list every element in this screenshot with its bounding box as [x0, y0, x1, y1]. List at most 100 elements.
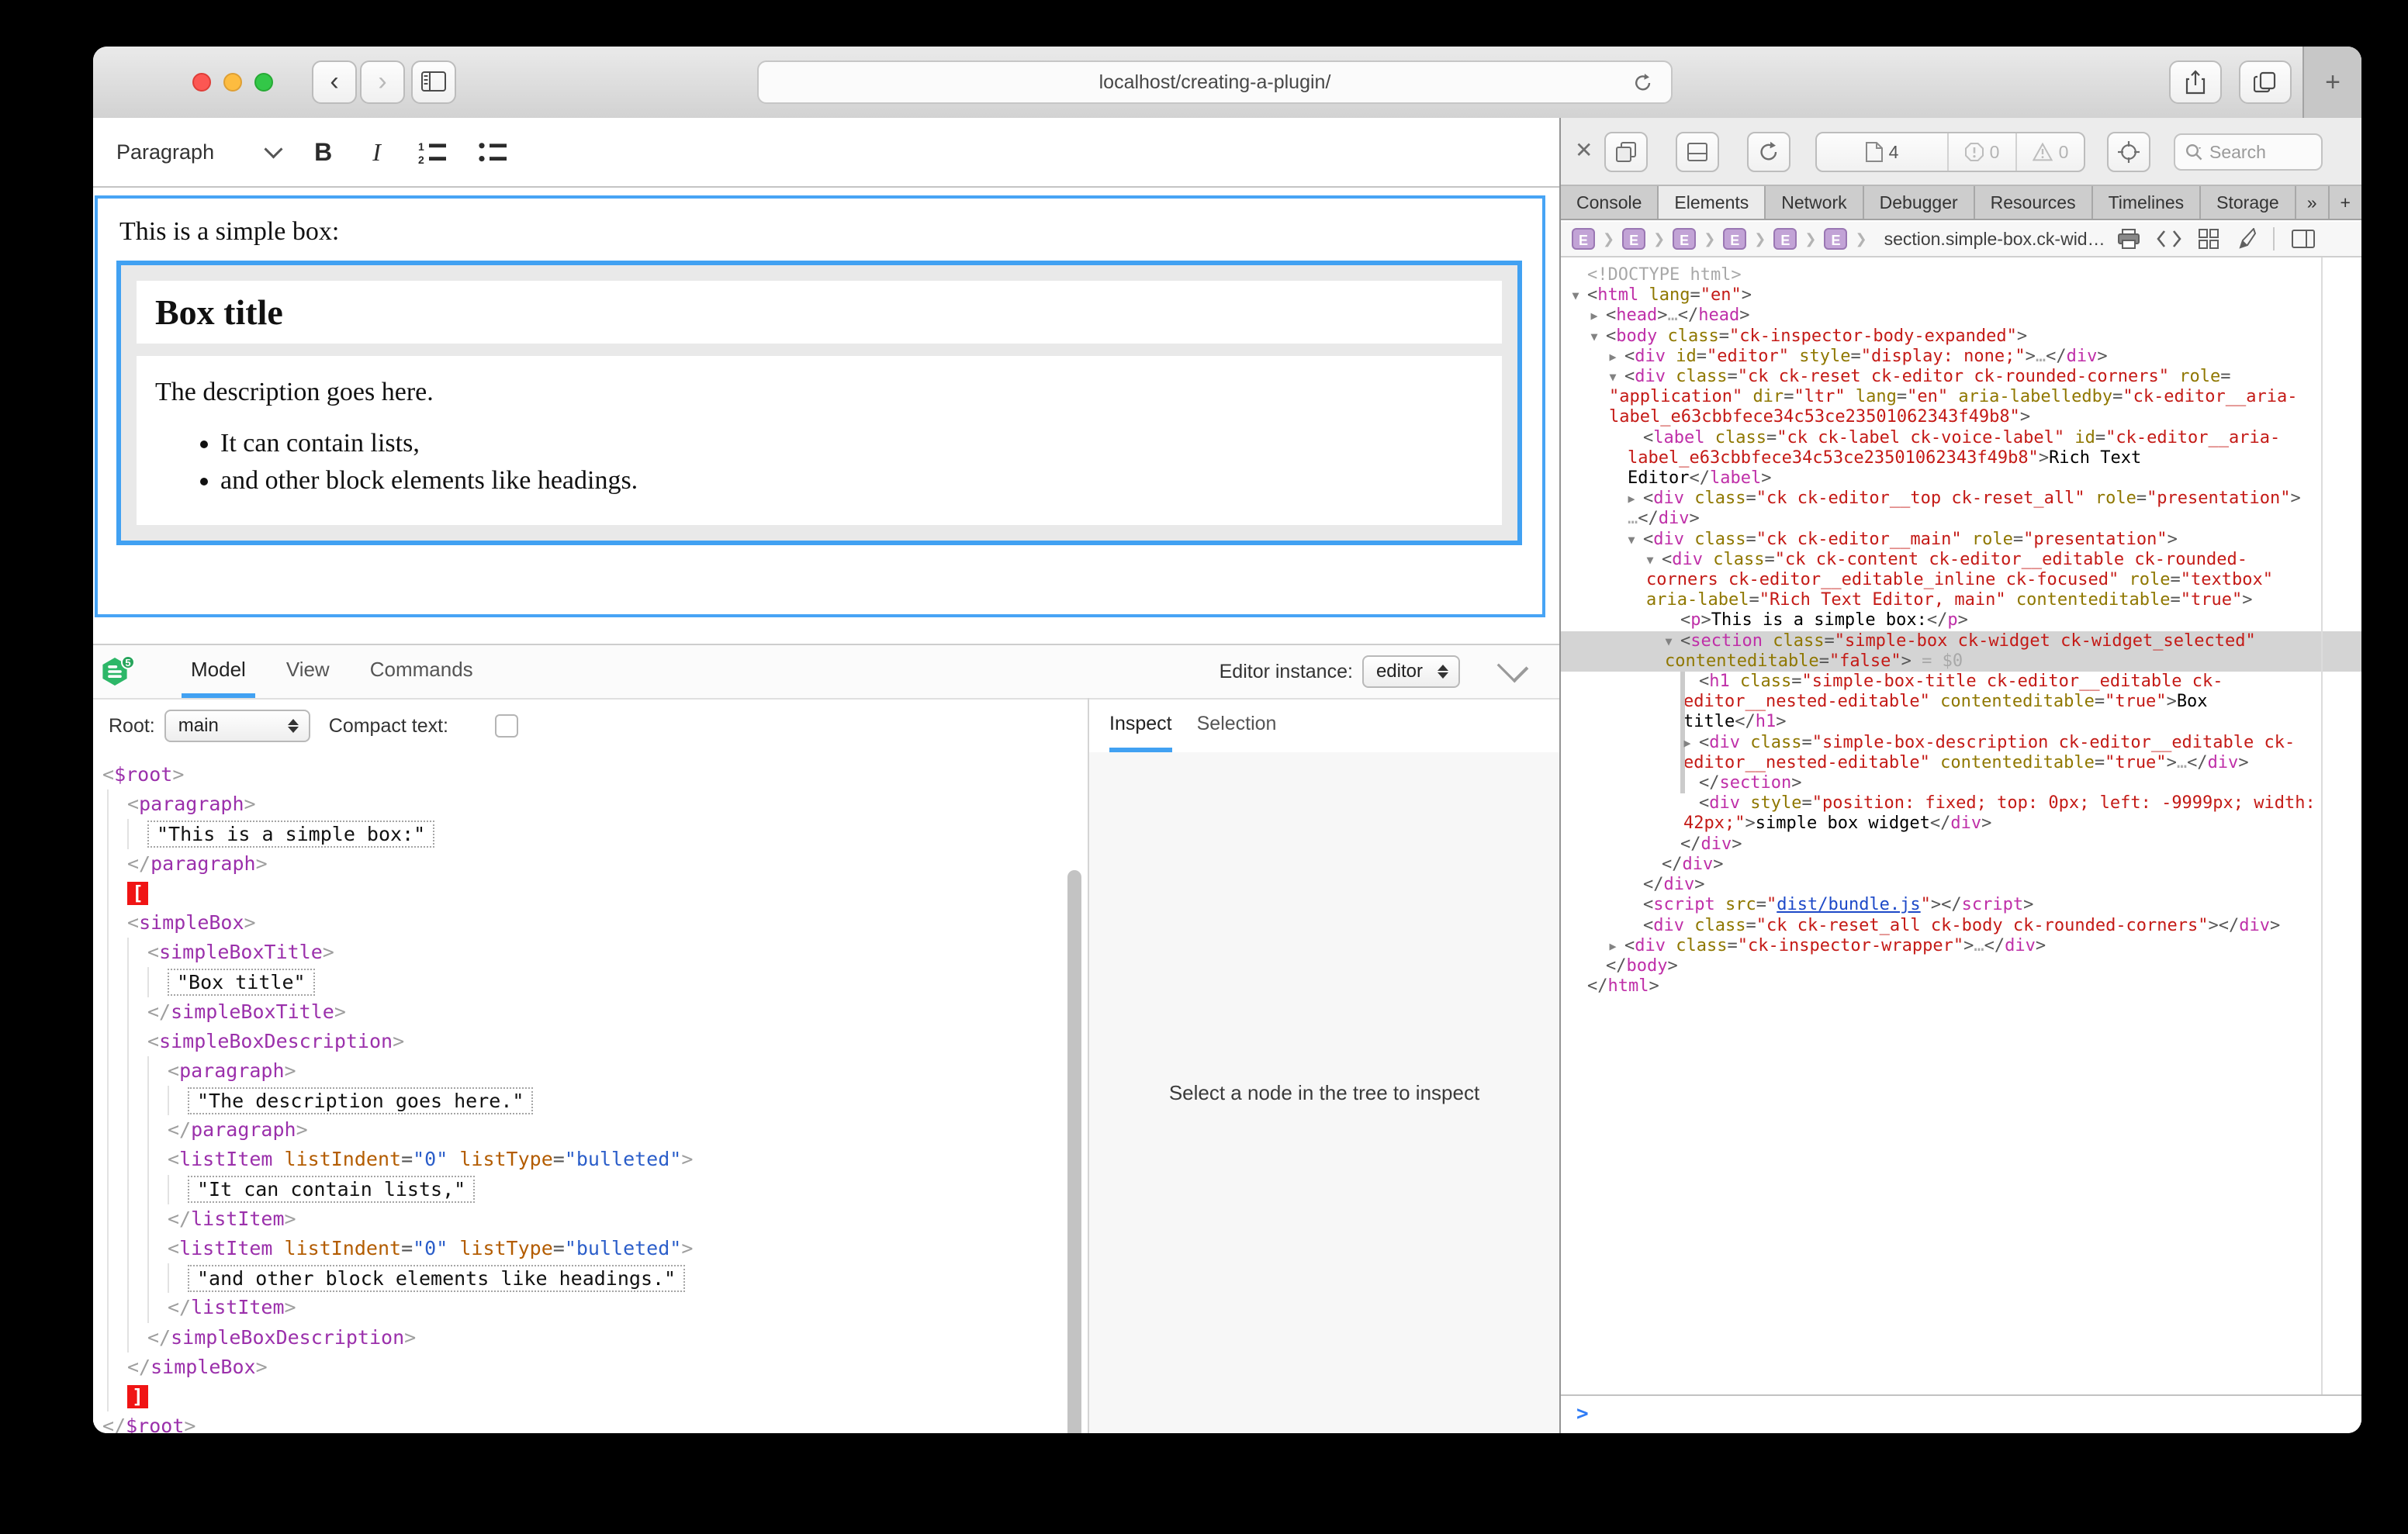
inspector-tab-commands[interactable]: Commands [361, 645, 483, 698]
model-tree-row[interactable]: </simpleBoxDescription> [93, 1323, 1088, 1353]
numbered-list-button[interactable]: 1 2 [418, 140, 448, 164]
model-tree-row[interactable]: <listItem listIndent="0" listType="bulle… [93, 1145, 1088, 1174]
simple-box-widget[interactable]: Box title The description goes here. It … [116, 261, 1522, 545]
model-tree-row[interactable]: <paragraph> [93, 789, 1088, 819]
list-item[interactable]: and other block elements like headings. [220, 466, 1483, 496]
bulleted-list-button[interactable] [479, 140, 508, 164]
forward-button[interactable]: › [360, 60, 405, 104]
back-button[interactable]: ‹ [312, 60, 357, 104]
devtools-new-tab-button[interactable]: + [2330, 186, 2361, 219]
disclosure-open-icon[interactable]: ▼ [1623, 530, 1640, 550]
heading-dropdown[interactable]: Paragraph [116, 140, 280, 164]
inspector-tab-model[interactable]: Model [182, 645, 255, 698]
devtools-tab-network[interactable]: Network [1766, 186, 1863, 219]
disclosure-closed-icon[interactable]: ▶ [1679, 733, 1696, 753]
dom-tree-row[interactable]: <!DOCTYPE html> [1561, 265, 2361, 285]
dom-tree-row[interactable]: ▼<section class="simple-box ck-widget ck… [1561, 631, 2361, 651]
model-tree-row[interactable]: "and other block elements like headings.… [93, 1263, 1088, 1293]
dom-tree-row[interactable]: ▼<html lang="en"> [1561, 285, 2361, 306]
breadcrumb-element-badge[interactable]: E [1673, 228, 1696, 250]
model-tree-row[interactable]: </listItem> [93, 1293, 1088, 1322]
disclosure-closed-icon[interactable]: ▶ [1586, 306, 1603, 326]
model-tree-row[interactable]: </paragraph> [93, 1115, 1088, 1145]
devtools-tab-overflow[interactable]: » [2296, 186, 2330, 219]
model-tree-row[interactable]: ] [93, 1382, 1088, 1411]
dom-tree-row[interactable]: label_e63cbbfece34c53ce23501062343f49b8"… [1561, 407, 2361, 427]
details-sidebar-toggle-icon[interactable] [2292, 230, 2315, 248]
dom-tree-row[interactable]: aria-label="Rich Text Editor, main" cont… [1561, 590, 2361, 610]
resource-count[interactable]: 4 [1817, 133, 1947, 171]
italic-button[interactable]: I [372, 138, 381, 167]
dom-tree-row[interactable]: <script src="dist/bundle.js"></script> [1561, 895, 2361, 915]
breadcrumb-element-badge[interactable]: E [1572, 228, 1595, 250]
bold-button[interactable]: B [314, 138, 332, 167]
compact-text-checkbox[interactable] [495, 714, 518, 738]
dom-tree-row[interactable]: <h1 class="simple-box-title ck-editor__e… [1561, 672, 2361, 692]
share-button[interactable] [2169, 60, 2222, 104]
dom-tree-row[interactable]: ▶<div class="ck-inspector-wrapper">…</di… [1561, 936, 2361, 956]
dom-tree-row[interactable]: Editor</label> [1561, 468, 2361, 489]
breadcrumb-element-badge[interactable]: E [1824, 228, 1847, 250]
root-select[interactable]: main [164, 710, 310, 742]
model-tree-row[interactable]: </listItem> [93, 1204, 1088, 1234]
dom-tree-row[interactable]: ▶<div id="editor" style="display: none;"… [1561, 347, 2361, 367]
model-tree-row[interactable]: </simpleBox> [93, 1353, 1088, 1382]
reload-page-button[interactable] [1747, 132, 1790, 172]
disclosure-open-icon[interactable]: ▼ [1567, 285, 1584, 306]
print-icon[interactable] [2118, 229, 2140, 249]
model-tree-row[interactable]: [ [93, 879, 1088, 908]
styles-brush-icon[interactable] [2236, 228, 2256, 250]
dom-tree-row[interactable]: ▼<body class="ck-inspector-body-expanded… [1561, 326, 2361, 347]
dom-tree-row[interactable]: editor__nested-editable" contenteditable… [1561, 692, 2361, 712]
reload-icon[interactable] [1634, 73, 1652, 93]
dom-tree-row[interactable]: title</h1> [1561, 712, 2361, 732]
sidebar-toggle-button[interactable] [411, 60, 456, 104]
model-tree-row[interactable]: <simpleBoxTitle> [93, 938, 1088, 967]
disclosure-open-icon[interactable]: ▼ [1642, 550, 1659, 570]
dom-tree-row[interactable]: </body> [1561, 956, 2361, 976]
dom-tree-row[interactable]: "application" dir="ltr" lang="en" aria-l… [1561, 387, 2361, 407]
model-tree-row[interactable]: <$root> [93, 760, 1088, 789]
dom-tree-row[interactable]: ▼<div class="ck ck-reset ck-editor ck-ro… [1561, 367, 2361, 387]
devtools-tab-debugger[interactable]: Debugger [1864, 186, 1975, 219]
error-count[interactable]: 0 [1947, 133, 2015, 171]
simple-box-title-area[interactable]: Box title [137, 281, 1502, 344]
model-tree-scrollbar[interactable] [1067, 870, 1081, 1433]
model-tree-row[interactable]: <paragraph> [93, 1056, 1088, 1086]
disclosure-closed-icon[interactable]: ▶ [1604, 936, 1621, 956]
dom-tree-row[interactable]: label_e63cbbfece34c53ce23501062343f49b8"… [1561, 448, 2361, 468]
dom-tree-row[interactable]: <div class="ck ck-reset_all ck-body ck-r… [1561, 916, 2361, 936]
dom-tree-row[interactable]: editor__nested-editable" contenteditable… [1561, 753, 2361, 773]
inspector-side-tab-inspect[interactable]: Inspect [1109, 700, 1172, 752]
breadcrumb-element-badge[interactable]: E [1723, 228, 1746, 250]
dom-tree-row[interactable]: </div> [1561, 875, 2361, 895]
list-item[interactable]: It can contain lists, [220, 429, 1483, 458]
detach-devtools-button[interactable] [1604, 132, 1648, 172]
inspector-tab-view[interactable]: View [277, 645, 339, 698]
disclosure-open-icon[interactable]: ▼ [1604, 367, 1621, 387]
dom-tree-row[interactable]: <div style="position: fixed; top: 0px; l… [1561, 793, 2361, 814]
model-tree-row[interactable]: </paragraph> [93, 849, 1088, 879]
dom-tree-row[interactable]: </section> [1561, 773, 2361, 793]
element-picker-button[interactable] [2107, 132, 2150, 172]
devtools-search-field[interactable]: Search [2174, 133, 2323, 171]
dom-tree-row[interactable]: contenteditable="false"> = $0 [1561, 651, 2361, 672]
dock-side-button[interactable] [1676, 132, 1719, 172]
devtools-tab-resources[interactable]: Resources [1975, 186, 2093, 219]
editor-instance-select[interactable]: editor [1362, 655, 1460, 688]
devtools-sidebar-divider[interactable] [2321, 257, 2323, 1396]
layout-grid-icon[interactable] [2199, 229, 2219, 249]
tab-overview-button[interactable] [2239, 60, 2292, 104]
box-title-heading[interactable]: Box title [155, 292, 1483, 333]
dom-tree-row[interactable]: 42px;">simple box widget</div> [1561, 814, 2361, 834]
dom-tree-row[interactable]: <p>This is a simple box:</p> [1561, 610, 2361, 631]
dom-tree-row[interactable]: <label class="ck ck-label ck-voice-label… [1561, 428, 2361, 448]
collapse-inspector-icon[interactable] [1497, 651, 1529, 683]
model-tree-row[interactable]: <simpleBoxDescription> [93, 1027, 1088, 1056]
dom-tree-row[interactable]: </div> [1561, 855, 2361, 875]
model-tree-row[interactable]: <simpleBox> [93, 908, 1088, 938]
model-tree-row[interactable]: "The description goes here." [93, 1086, 1088, 1115]
breadcrumb-element-badge[interactable]: E [1773, 228, 1797, 250]
dom-tree-row[interactable]: corners ck-editor__editable_inline ck-fo… [1561, 570, 2361, 590]
dom-tree-row[interactable]: ▼<div class="ck ck-editor__main" role="p… [1561, 530, 2361, 550]
